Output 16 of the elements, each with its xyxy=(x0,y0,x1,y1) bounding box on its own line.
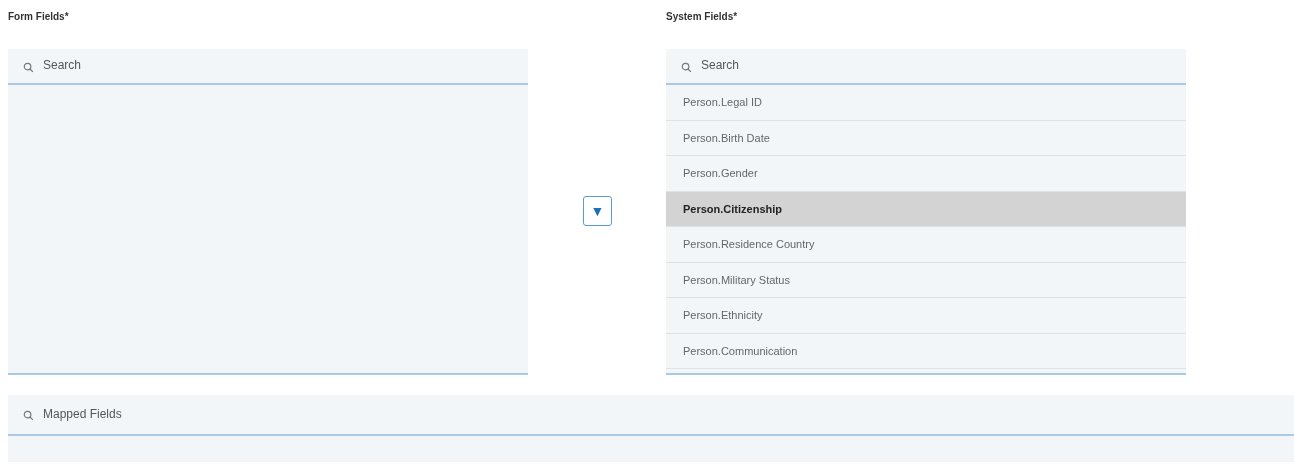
list-item[interactable]: Person.Gender xyxy=(666,156,1186,192)
move-down-button[interactable]: ▼ xyxy=(583,196,612,226)
list-item[interactable]: Person.Communication xyxy=(666,333,1186,369)
section-label: Form Fields* xyxy=(8,11,69,23)
search-icon xyxy=(23,62,34,73)
list-item[interactable]: Person.Birth Date xyxy=(666,120,1186,156)
section-label: System Fields* xyxy=(666,11,738,23)
list-item[interactable]: Person.Citizenship xyxy=(666,191,1186,227)
list-item[interactable]: Person.Military Status xyxy=(666,262,1186,298)
search-icon xyxy=(681,62,692,73)
search-field[interactable]: Search xyxy=(8,49,528,85)
list-item[interactable]: Person.Ethnicity xyxy=(666,298,1186,334)
search-field[interactable]: Mapped Fields xyxy=(8,395,1294,436)
list-item[interactable]: Person.Residence Country xyxy=(666,227,1186,263)
search-field[interactable]: Search xyxy=(666,49,1186,85)
list-item[interactable]: Person.Legal ID xyxy=(666,85,1186,121)
